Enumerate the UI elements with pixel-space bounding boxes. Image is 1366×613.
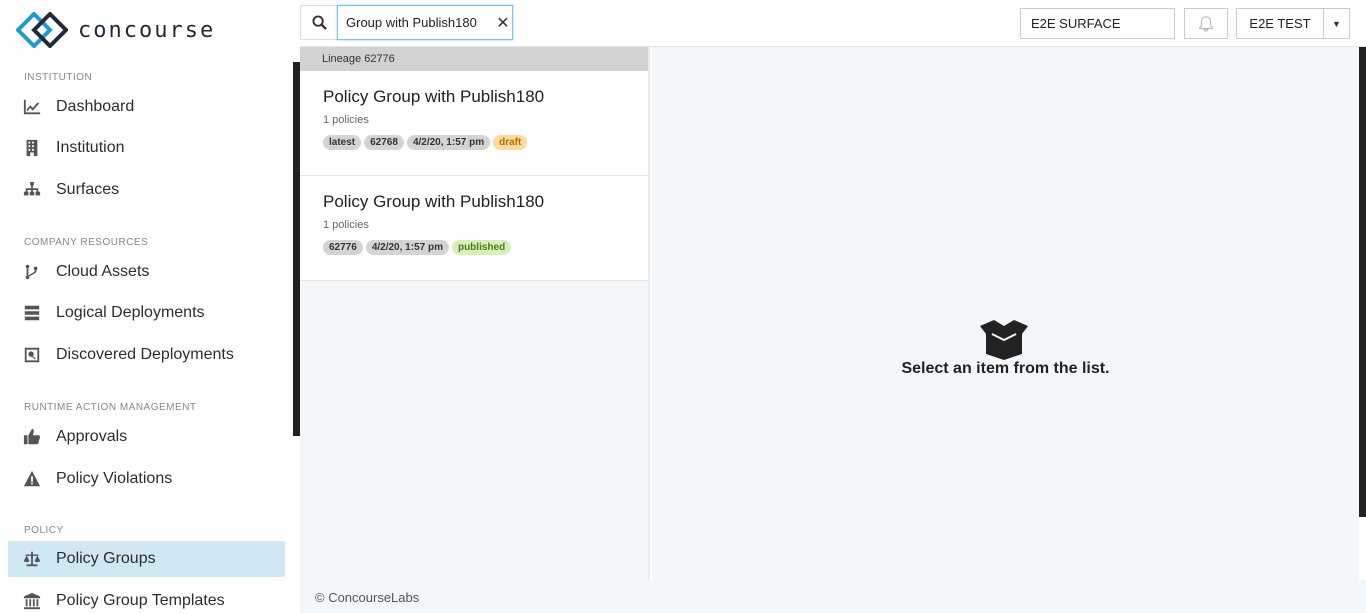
search-icon — [312, 15, 327, 30]
sidebar-item-policy-groups[interactable]: Policy Groups — [8, 541, 285, 577]
sidebar-item-approvals[interactable]: Approvals — [8, 419, 285, 455]
sidebar-item-label: Policy Group Templates — [56, 592, 225, 609]
sidebar-item-surfaces[interactable]: Surfaces — [8, 172, 285, 208]
section-title-policy: POLICY — [24, 525, 64, 536]
sidebar-item-discovered-deployments[interactable]: Discovered Deployments — [8, 337, 285, 373]
sidebar-item-label: Logical Deployments — [56, 304, 205, 321]
sidebar-item-label: Cloud Assets — [56, 263, 150, 280]
surface-selector[interactable]: E2E SURFACE — [1020, 8, 1175, 39]
warning-icon — [22, 469, 42, 489]
footer: © ConcourseLabs — [300, 580, 1366, 613]
sidebar-item-label: Surfaces — [56, 181, 120, 198]
notifications-button[interactable] — [1184, 8, 1228, 39]
sidebar-item-policy-group-templates[interactable]: Policy Group Templates — [8, 583, 285, 613]
sitemap-icon — [22, 180, 42, 200]
clear-search-icon[interactable]: ✕ — [494, 13, 512, 33]
sidebar-item-logical-deployments[interactable]: Logical Deployments — [8, 295, 285, 331]
sidebar-item-policy-violations[interactable]: Policy Violations — [8, 461, 285, 497]
search-input[interactable]: Group with Publish180 ✕ — [337, 5, 513, 40]
chart-icon — [22, 97, 42, 117]
badge-version: 62776 — [323, 240, 363, 255]
sidebar-item-institution[interactable]: Institution — [8, 130, 285, 166]
empty-state-message: Select an item from the list. — [901, 360, 1110, 377]
thumbs-up-icon — [22, 427, 42, 447]
sidebar-item-dashboard[interactable]: Dashboard — [8, 89, 285, 125]
sidebar-item-label: Institution — [56, 139, 125, 156]
section-title-institution: INSTITUTION — [24, 72, 93, 83]
list-item[interactable]: Policy Group with Publish180 1 policies … — [300, 176, 648, 281]
sidebar-item-label: Discovered Deployments — [56, 346, 234, 363]
top-bar: Group with Publish180 ✕ E2E SURFACE E2E … — [300, 0, 1366, 47]
list-item-subtitle: 1 policies — [323, 114, 369, 126]
sidebar-item-cloud-assets[interactable]: Cloud Assets — [8, 254, 285, 290]
search-button[interactable] — [300, 5, 338, 40]
sidebar-item-label: Policy Violations — [56, 470, 173, 487]
balance-scale-icon — [22, 549, 42, 569]
section-title-company-resources: COMPANY RESOURCES — [24, 237, 149, 248]
sidebar: concourse INSTITUTION Dashboard Institut… — [0, 0, 300, 613]
status-badge: published — [451, 240, 512, 255]
server-icon — [22, 303, 42, 323]
logo-text: concourse — [78, 17, 216, 43]
open-box-icon — [980, 320, 1028, 360]
search-input-value[interactable]: Group with Publish180 — [346, 15, 494, 30]
bell-icon — [1199, 15, 1213, 32]
institution-icon — [22, 591, 42, 611]
badge-date: 4/2/20, 1:57 pm — [365, 240, 449, 255]
list-item[interactable]: Policy Group with Publish180 1 policies … — [300, 71, 648, 176]
section-title-runtime-action-management: RUNTIME ACTION MANAGEMENT — [24, 402, 197, 413]
list-item-title: Policy Group with Publish180 — [323, 192, 545, 211]
search-server-icon — [22, 345, 42, 365]
concourse-logo-icon — [16, 12, 68, 48]
list-item-subtitle: 1 policies — [323, 219, 369, 231]
sidebar-item-label: Policy Groups — [56, 550, 156, 567]
logo[interactable]: concourse — [16, 12, 215, 48]
list-item-title: Policy Group with Publish180 — [323, 87, 545, 106]
sidebar-item-label: Approvals — [56, 428, 128, 445]
lineage-header: Lineage 62776 — [300, 47, 648, 71]
sidebar-item-label: Dashboard — [56, 98, 135, 115]
user-name[interactable]: E2E TEST — [1237, 16, 1323, 31]
badge-date: 4/2/20, 1:57 pm — [406, 135, 491, 150]
chevron-down-icon[interactable]: ▼ — [1323, 9, 1349, 38]
status-badge: draft — [493, 135, 528, 150]
detail-panel: Select an item from the list. — [652, 47, 1359, 580]
copyright-text: © ConcourseLabs — [315, 590, 420, 605]
policy-group-list: Lineage 62776 Policy Group with Publish1… — [300, 47, 650, 580]
scroll-shadow-right — [1359, 47, 1366, 517]
user-menu[interactable]: E2E TEST ▼ — [1236, 8, 1350, 39]
badge-latest: latest — [323, 135, 362, 150]
building-icon — [22, 138, 42, 158]
badge-version: 62768 — [364, 135, 404, 150]
scroll-shadow-left — [293, 62, 300, 436]
branch-icon — [22, 262, 42, 282]
